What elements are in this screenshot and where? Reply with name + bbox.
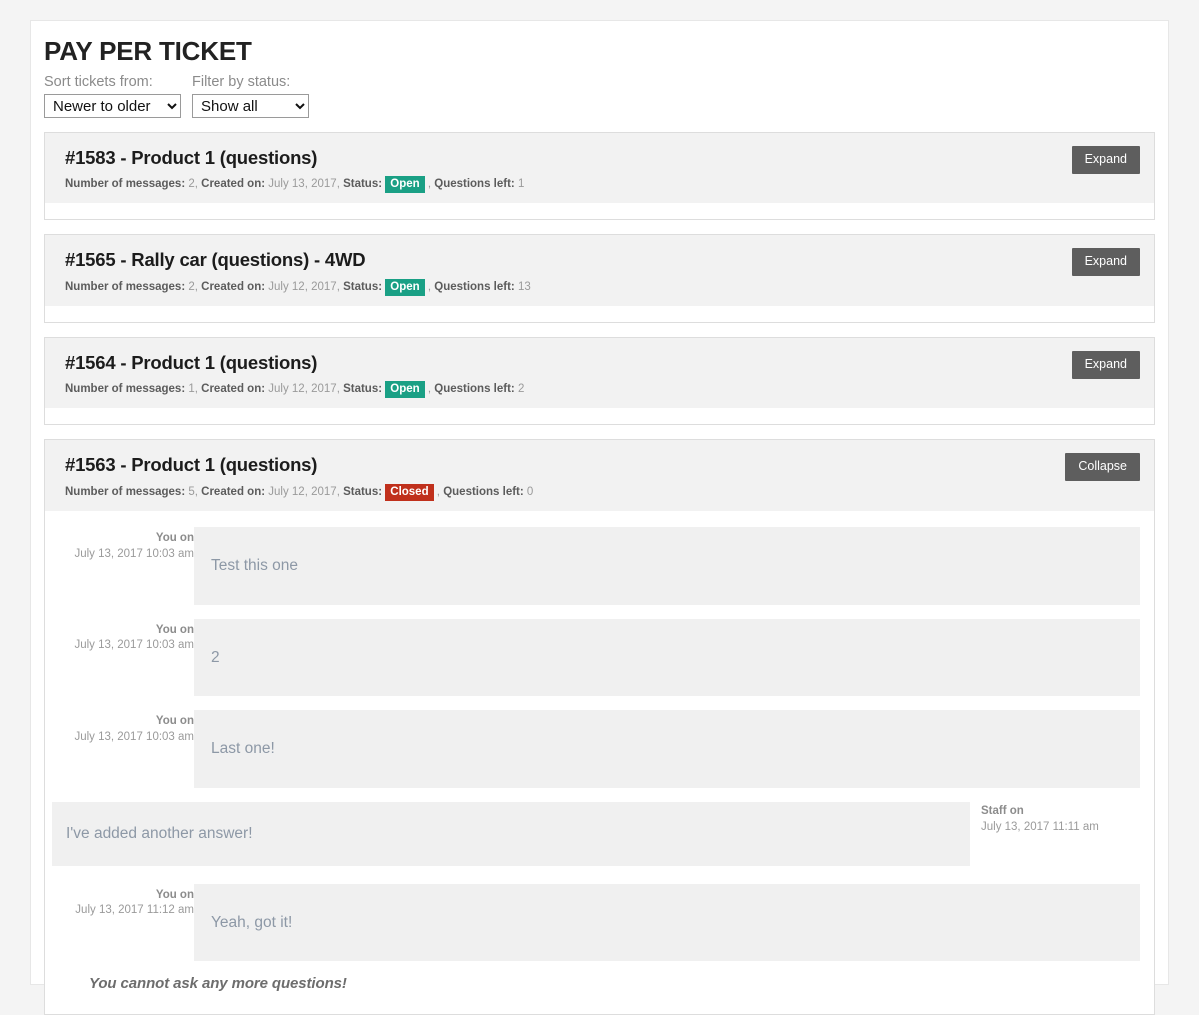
status-label: Status: [343,281,382,293]
message-author: You on [52,888,194,904]
message-bubble: 2 [194,619,1140,697]
messages-count-label: Number of messages: [65,383,185,395]
ticket-meta: Number of messages: 2, Created on: July … [65,176,1140,193]
created-on-value: July 12, 2017 [268,486,336,498]
questions-left-value: 1 [518,178,524,190]
status-filter-label: Filter by status: [192,74,309,91]
ticket-panel: #1564 - Product 1 (questions) Number of m… [44,337,1155,426]
message-row: You onJuly 13, 2017 10:03 am2 [52,619,1140,697]
created-on-label: Created on: [201,281,265,293]
ticket-header: #1583 - Product 1 (questions) Number of m… [45,133,1154,204]
message-author-timestamp: You onJuly 13, 2017 11:12 am [52,884,194,919]
ticket-panel: #1563 - Product 1 (questions) Number of m… [44,439,1155,1015]
ticket-title: #1565 - Rally car (questions) - 4WD [65,248,1140,271]
status-badge: Open [385,381,424,398]
ticket-body-collapsed [45,306,1154,322]
created-on-value: July 13, 2017 [268,178,336,190]
ticket-title: #1564 - Product 1 (questions) [65,351,1140,374]
ticket-meta: Number of messages: 1, Created on: July … [65,381,1140,398]
ticket-footer-note: You cannot ask any more questions! [89,975,1140,992]
message-row: You onJuly 13, 2017 10:03 amLast one! [52,710,1140,788]
created-on-label: Created on: [201,383,265,395]
sort-control: Sort tickets from: Newer to olderOlder t… [44,74,181,118]
pay-per-ticket-card: PAY PER TICKET Sort tickets from: Newer … [30,20,1169,985]
ticket-title: #1583 - Product 1 (questions) [65,146,1140,169]
expand-button[interactable]: Expand [1072,146,1140,174]
ticket-title: #1563 - Product 1 (questions) [65,453,1140,476]
status-label: Status: [343,383,382,395]
ticket-list: #1583 - Product 1 (questions) Number of m… [31,118,1168,1015]
sort-select[interactable]: Newer to olderOlder to newer [44,94,181,118]
expand-button[interactable]: Expand [1072,351,1140,379]
message-author-timestamp: You onJuly 13, 2017 10:03 am [52,527,194,562]
message-row: You onJuly 13, 2017 10:03 amTest this on… [52,527,1140,605]
messages-count-value: 1 [188,383,194,395]
created-on-value: July 12, 2017 [268,281,336,293]
message-timestamp: July 13, 2017 11:11 am [981,820,1099,836]
ticket-thread: You onJuly 13, 2017 10:03 amTest this on… [45,511,1154,1014]
questions-left-label: Questions left: [434,281,515,293]
message-bubble: I've added another answer! [52,802,970,866]
message-timestamp: July 13, 2017 10:03 am [52,547,194,563]
questions-left-value: 2 [518,383,524,395]
status-badge: Closed [385,484,433,501]
message-author: You on [52,531,194,547]
ticket-panel: #1565 - Rally car (questions) - 4WD Numbe… [44,234,1155,323]
status-filter-control: Filter by status: Show allOpenClosed [192,74,309,118]
message-author: You on [52,623,194,639]
message-author-timestamp: You onJuly 13, 2017 10:03 am [52,710,194,745]
ticket-controls: Sort tickets from: Newer to olderOlder t… [31,66,1168,118]
message-author-timestamp: Staff onJuly 13, 2017 11:11 am [970,802,1099,835]
message-author: You on [52,714,194,730]
message-author: Staff on [981,804,1099,820]
page-title: PAY PER TICKET [31,21,1168,66]
ticket-header: #1564 - Product 1 (questions) Number of m… [45,338,1154,409]
collapse-button[interactable]: Collapse [1065,453,1140,481]
questions-left-label: Questions left: [443,486,524,498]
message-row: Staff onJuly 13, 2017 11:11 amI've added… [52,802,1140,866]
created-on-value: July 12, 2017 [268,383,336,395]
expand-button[interactable]: Expand [1072,248,1140,276]
message-bubble: Yeah, got it! [194,884,1140,962]
questions-left-label: Questions left: [434,383,515,395]
messages-count-value: 5 [188,486,194,498]
ticket-meta: Number of messages: 5, Created on: July … [65,484,1140,501]
created-on-label: Created on: [201,486,265,498]
status-badge: Open [385,279,424,296]
status-badge: Open [385,176,424,193]
messages-count-value: 2 [188,178,194,190]
ticket-header: #1563 - Product 1 (questions) Number of m… [45,440,1154,511]
message-timestamp: July 13, 2017 10:03 am [52,638,194,654]
status-label: Status: [343,486,382,498]
message-author-timestamp: You onJuly 13, 2017 10:03 am [52,619,194,654]
messages-count-label: Number of messages: [65,281,185,293]
ticket-panel: #1583 - Product 1 (questions) Number of m… [44,132,1155,221]
questions-left-value: 13 [518,281,531,293]
ticket-header: #1565 - Rally car (questions) - 4WD Numbe… [45,235,1154,306]
ticket-meta: Number of messages: 2, Created on: July … [65,279,1140,296]
status-label: Status: [343,178,382,190]
created-on-label: Created on: [201,178,265,190]
message-bubble: Test this one [194,527,1140,605]
message-row: You onJuly 13, 2017 11:12 amYeah, got it… [52,884,1140,962]
questions-left-value: 0 [527,486,533,498]
sort-label: Sort tickets from: [44,74,181,91]
message-timestamp: July 13, 2017 10:03 am [52,730,194,746]
ticket-body-collapsed [45,408,1154,424]
messages-count-value: 2 [188,281,194,293]
status-filter-select[interactable]: Show allOpenClosed [192,94,309,118]
questions-left-label: Questions left: [434,178,515,190]
message-timestamp: July 13, 2017 11:12 am [52,903,194,919]
message-bubble: Last one! [194,710,1140,788]
ticket-body-collapsed [45,203,1154,219]
messages-count-label: Number of messages: [65,486,185,498]
messages-count-label: Number of messages: [65,178,185,190]
